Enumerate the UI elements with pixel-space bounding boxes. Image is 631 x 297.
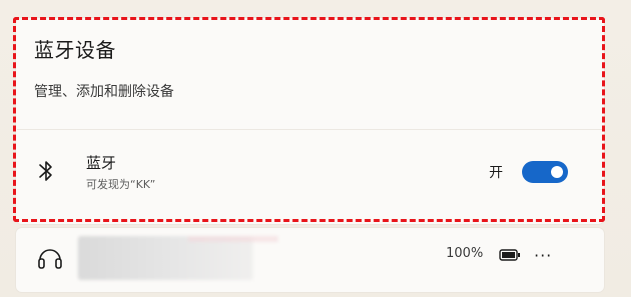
more-options-icon[interactable]: ··· (534, 246, 552, 265)
bluetooth-label: 蓝牙 (86, 154, 117, 172)
section-subtitle: 管理、添加和删除设备 (34, 84, 174, 100)
device-name-redacted (78, 236, 278, 280)
bluetooth-toggle[interactable] (522, 161, 568, 183)
battery-icon (499, 249, 520, 261)
section-title: 蓝牙设备 (34, 38, 116, 62)
bluetooth-discoverable-text: 可发现为“KK” (86, 178, 156, 191)
headphones-icon (38, 249, 62, 269)
device-row[interactable]: 100% ··· (16, 228, 604, 292)
bluetooth-icon (39, 161, 52, 181)
toggle-state-label: 开 (489, 165, 503, 181)
bluetooth-toggle-row: 蓝牙 可发现为“KK” 开 (17, 130, 603, 212)
settings-page: 蓝牙设备 管理、添加和删除设备 蓝牙 可发现为“KK” 开 100% ··· (0, 0, 631, 297)
battery-percentage: 100% (446, 246, 484, 261)
toggle-knob (551, 166, 563, 178)
